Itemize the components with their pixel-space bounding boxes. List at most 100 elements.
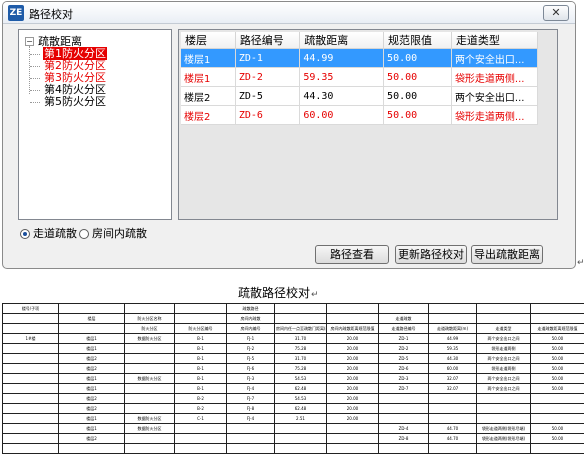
title-bar[interactable]: ZE 路径校对 ✕ bbox=[3, 2, 575, 24]
room-evac-radio[interactable]: 房间内疏散 bbox=[79, 227, 147, 241]
spec-cell bbox=[476, 413, 531, 424]
column-header-corridor-type[interactable]: 走道类型 bbox=[451, 32, 539, 49]
spec-cell bbox=[274, 423, 327, 434]
path-table: 楼层 路径编号 疏散距离 规范限值 走道类型 楼层1 ZD-1 44.99 50… bbox=[181, 32, 539, 125]
spec-cell: ZD-3 bbox=[378, 373, 429, 384]
spec-cell: 袋形走道两侧 bbox=[476, 363, 531, 374]
spec-cell bbox=[428, 403, 477, 414]
spec-cell: 44.70 bbox=[428, 423, 477, 434]
collapse-icon[interactable]: − bbox=[25, 37, 34, 46]
cell-floor: 楼层1 bbox=[181, 67, 236, 87]
document-caption: 疏散路径校对↵ bbox=[238, 284, 319, 301]
spec-cell: ZD-8 bbox=[378, 433, 429, 444]
spec-cell: 楼层2 bbox=[58, 403, 125, 414]
spec-cell: 1#楼 bbox=[2, 333, 59, 344]
spec-cell: 44.30 bbox=[428, 353, 477, 364]
spec-cell: B-1 bbox=[174, 373, 227, 384]
cell-distance: 60.00 bbox=[299, 105, 385, 125]
spec-cell bbox=[274, 433, 327, 444]
view-path-button[interactable]: 路径查看 bbox=[315, 245, 389, 264]
update-path-check-button[interactable]: 更新路径校对 bbox=[395, 245, 467, 264]
spec-row: 楼层1 数据防火分区 ZD-4 44.70 袋形走道两侧(袋形尽端) 50.00 bbox=[2, 423, 584, 434]
column-header-path-id[interactable]: 路径编号 bbox=[235, 32, 301, 49]
spec-cell: 50.00 bbox=[530, 423, 584, 434]
cell-corridor-type: 两个安全出口... bbox=[451, 86, 539, 106]
column-header-limit[interactable]: 规范限值 bbox=[383, 32, 452, 49]
spec-row: 楼层1 数据防火分区 B-1 FJ-3 54.53 20.00 ZD-3 32.07 两个安全出… bbox=[2, 373, 584, 384]
spec-cell: ZD-1 bbox=[378, 333, 429, 344]
spec-row: 防火分区 防火分区编号 房间内编号 房间内任一点至疏散门距离(m) 房间内疏散距离规范限… bbox=[2, 323, 584, 334]
window-title: 路径校对 bbox=[29, 8, 73, 21]
tree-item-zone-5[interactable]: 第5防火分区 bbox=[30, 96, 107, 108]
spec-row bbox=[2, 443, 584, 454]
spec-cell bbox=[326, 443, 379, 454]
spec-cell: 楼层1 bbox=[58, 343, 125, 354]
spec-cell: 两个安全出口之间 bbox=[476, 383, 531, 394]
spec-cell: 两个安全出口之间 bbox=[476, 353, 531, 364]
spec-cell: 50.00 bbox=[530, 333, 584, 344]
spec-row: 楼层2 B-1 FJ-6 75.28 20.00 ZD-6 60.00 袋形走道两侧 50.00 bbox=[2, 363, 584, 374]
spec-row: 楼层2 B-1 FJ-5 31.70 20.00 ZD-5 44.30 两个安全出口之间 50.… bbox=[2, 353, 584, 364]
spec-cell bbox=[378, 393, 429, 404]
spec-cell bbox=[58, 323, 125, 334]
table-row[interactable]: 楼层1 ZD-2 59.35 50.00 袋形走道两侧... bbox=[181, 67, 539, 87]
close-button[interactable]: ✕ bbox=[543, 5, 569, 21]
spec-cell: 走道疏散距离(m) bbox=[428, 323, 477, 334]
spec-cell: 75.28 bbox=[274, 363, 327, 374]
grid-header-row: 楼层 路径编号 疏散距离 规范限值 走道类型 bbox=[181, 32, 539, 49]
cell-path-id: ZD-6 bbox=[235, 105, 301, 125]
spec-cell: 袋形走道两侧 bbox=[476, 343, 531, 354]
export-distance-button[interactable]: 导出疏散距离 bbox=[471, 245, 543, 264]
spec-cell bbox=[124, 383, 175, 394]
spec-cell bbox=[428, 313, 477, 324]
table-row[interactable]: 楼层2 ZD-6 60.00 50.00 袋形走道两侧... bbox=[181, 105, 539, 125]
spec-cell bbox=[2, 433, 59, 444]
fire-zone-tree[interactable]: − 疏散距离 第1防火分区 第2防火分区 第3防火分区 第4防火分区 第5防火分区 bbox=[18, 29, 172, 220]
spec-cell: 两个安全出口之间 bbox=[476, 333, 531, 344]
spec-cell bbox=[2, 313, 59, 324]
corridor-evac-radio[interactable]: 走道疏散 bbox=[20, 227, 77, 241]
spec-cell bbox=[274, 303, 327, 314]
cell-distance: 44.30 bbox=[299, 86, 385, 106]
spec-cell bbox=[378, 413, 429, 424]
cell-limit: 50.00 bbox=[383, 86, 452, 106]
spec-cell: 房间内疏散距离规范限值 bbox=[326, 323, 379, 334]
table-row[interactable]: 楼层1 ZD-1 44.99 50.00 两个安全出口... bbox=[181, 48, 539, 68]
cell-floor: 楼层1 bbox=[181, 48, 236, 68]
spec-cell bbox=[326, 313, 379, 324]
spec-cell: 31.70 bbox=[274, 353, 327, 364]
spec-cell: 楼层1 bbox=[58, 333, 125, 344]
spec-cell bbox=[2, 373, 59, 384]
spec-cell bbox=[2, 423, 59, 434]
spec-cell bbox=[226, 423, 275, 434]
spec-cell: 数据防火分区 bbox=[124, 333, 175, 344]
path-grid[interactable]: 楼层 路径编号 疏散距离 规范限值 走道类型 楼层1 ZD-1 44.99 50… bbox=[178, 29, 558, 220]
spec-cell bbox=[326, 303, 379, 314]
spec-cell: 60.00 bbox=[428, 363, 477, 374]
cell-corridor-type: 袋形走道两侧... bbox=[451, 67, 539, 87]
spec-cell: 50.00 bbox=[530, 343, 584, 354]
caption-text: 疏散路径校对 bbox=[238, 286, 311, 300]
cell-distance: 44.99 bbox=[299, 48, 385, 68]
spec-row: 楼层2 ZD-8 44.70 袋形走道两侧(袋形尽端) 50.00 bbox=[2, 433, 584, 444]
spec-cell: 20.00 bbox=[326, 333, 379, 344]
spec-cell bbox=[326, 433, 379, 444]
spec-cell: 楼层 bbox=[58, 313, 125, 324]
spec-cell: 62.48 bbox=[274, 383, 327, 394]
cell-limit: 50.00 bbox=[383, 105, 452, 125]
spec-cell: B-2 bbox=[174, 393, 227, 404]
spec-cell bbox=[476, 443, 531, 454]
spec-cell: 走道疏散 bbox=[378, 313, 429, 324]
path-check-dialog: ZE 路径校对 ✕ − 疏散距离 第1防火分区 第2防火分区 第3防火分区 第4防… bbox=[2, 1, 576, 269]
spec-cell bbox=[2, 383, 59, 394]
spec-cell: ZD-7 bbox=[378, 383, 429, 394]
spec-cell: 房间内任一点至疏散门距离(m) bbox=[274, 323, 327, 334]
column-header-floor[interactable]: 楼层 bbox=[181, 32, 236, 49]
spec-row: 1#楼 楼层1 数据防火分区 B-1 FJ-1 31.70 20.00 ZD-1 44.99 两个… bbox=[2, 333, 584, 344]
column-header-distance[interactable]: 疏散距离 bbox=[299, 32, 385, 49]
spec-cell: ZD-5 bbox=[378, 353, 429, 364]
spec-cell: 54.53 bbox=[274, 393, 327, 404]
spec-cell: 62.48 bbox=[274, 403, 327, 414]
table-row[interactable]: 楼层2 ZD-5 44.30 50.00 两个安全出口... bbox=[181, 86, 539, 106]
spec-cell: FJ-3 bbox=[226, 373, 275, 384]
